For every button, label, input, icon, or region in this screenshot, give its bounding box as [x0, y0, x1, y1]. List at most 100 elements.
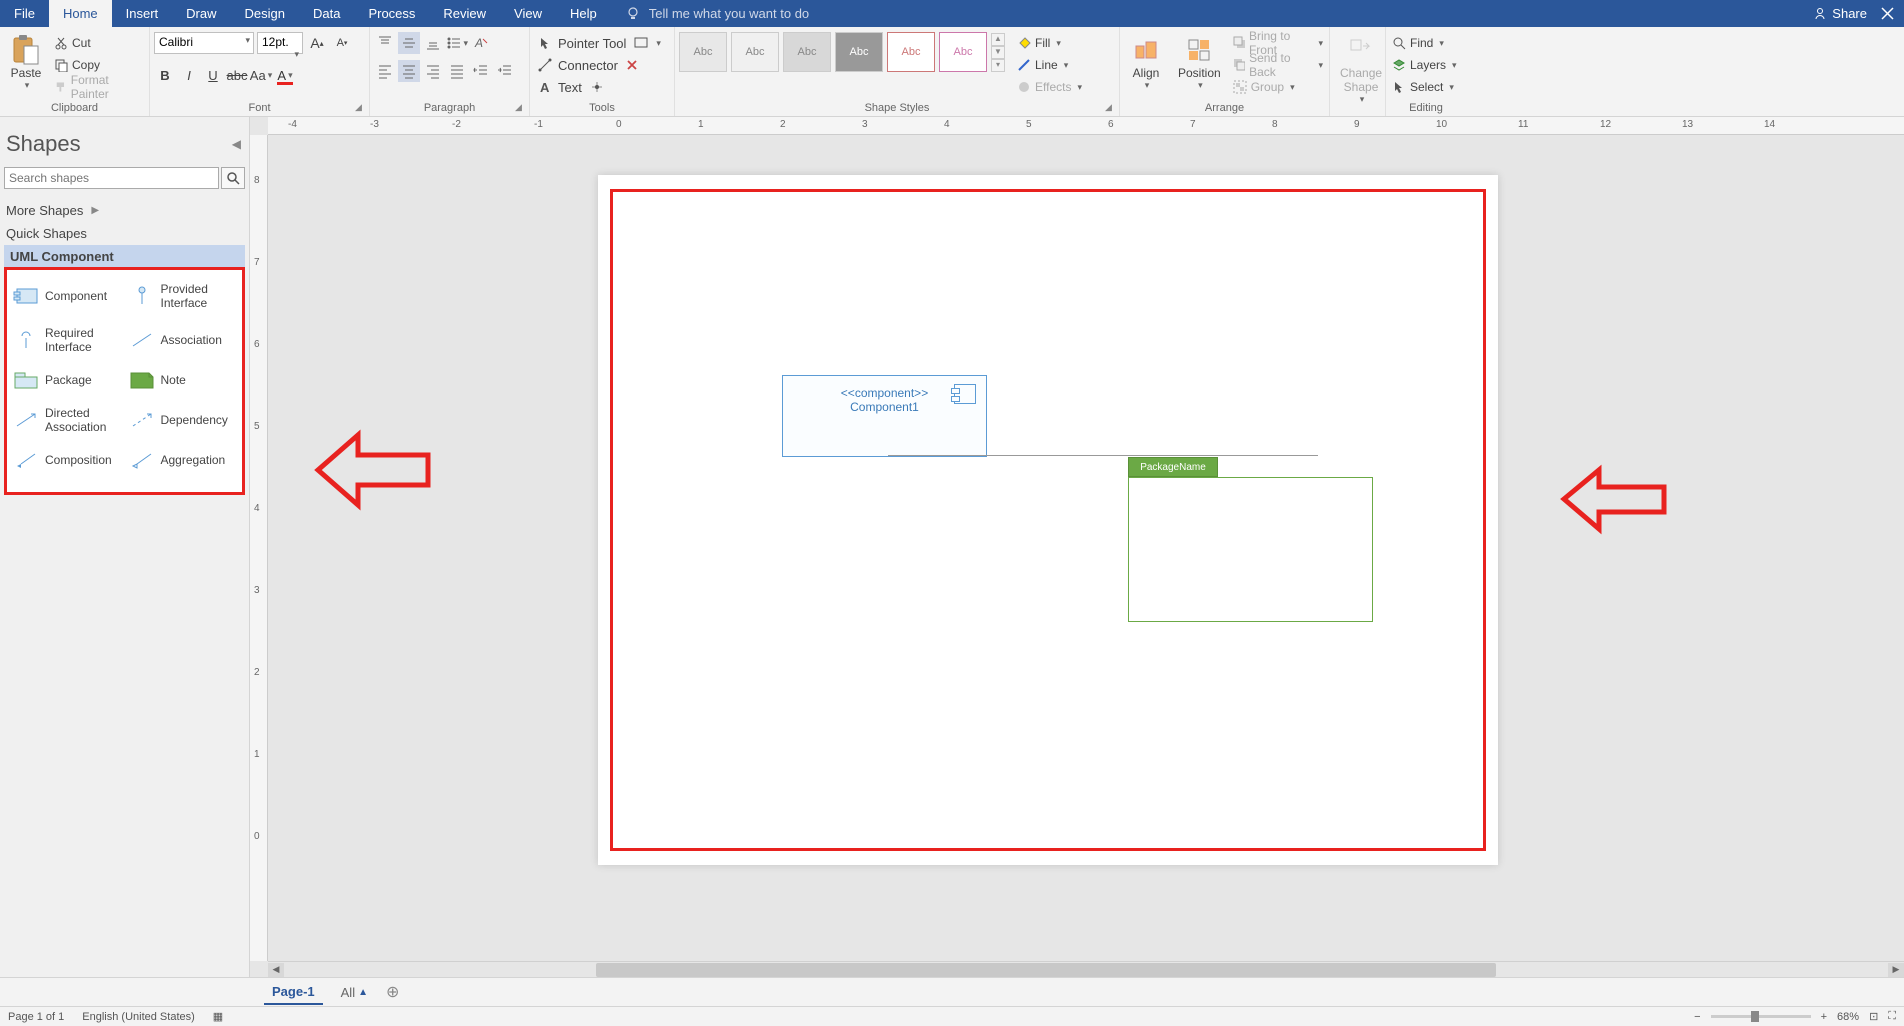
delete-tool-button[interactable] [622, 54, 642, 76]
font-size-select[interactable]: 12pt. [257, 32, 303, 54]
font-name-select[interactable]: Calibri [154, 32, 254, 54]
shape-association[interactable]: Association [127, 324, 239, 356]
bullets-button[interactable]: ▾ [446, 32, 468, 54]
decrease-indent-button[interactable] [470, 60, 492, 82]
shape-package[interactable]: Package [11, 368, 123, 392]
page[interactable]: <<component>> Component1 PackageName [598, 175, 1498, 865]
style-gallery[interactable]: Abc Abc Abc Abc Abc Abc ▲ ▼ ▾ [679, 32, 1005, 72]
close-icon[interactable] [1881, 7, 1894, 20]
gallery-down-button[interactable]: ▼ [991, 46, 1005, 59]
format-painter-button[interactable]: Format Painter [52, 76, 145, 98]
shape-styles-launcher-icon[interactable]: ◢ [1105, 102, 1117, 114]
shape-composition[interactable]: Composition [11, 448, 123, 472]
clear-format-button[interactable]: A [470, 32, 492, 54]
paragraph-launcher-icon[interactable]: ◢ [515, 102, 527, 114]
stencil-header[interactable]: UML Component [4, 245, 245, 268]
align-top-button[interactable] [374, 32, 396, 54]
shape-required-interface[interactable]: Required Interface [11, 324, 123, 356]
text-tool-button[interactable]: AText [534, 76, 586, 98]
search-button[interactable] [221, 167, 245, 189]
shape-aggregation[interactable]: Aggregation [127, 448, 239, 472]
shape-component[interactable]: Component [11, 280, 123, 312]
tab-insert[interactable]: Insert [112, 0, 173, 27]
layers-button[interactable]: Layers▾ [1390, 54, 1459, 76]
gallery-up-button[interactable]: ▲ [991, 33, 1005, 46]
tab-data[interactable]: Data [299, 0, 354, 27]
change-shape-button[interactable]: Change Shape▾ [1334, 32, 1388, 107]
align-center-button[interactable] [398, 60, 420, 82]
style-item[interactable]: Abc [939, 32, 987, 72]
font-color-button[interactable]: A▾ [274, 64, 296, 86]
tab-file[interactable]: File [0, 0, 49, 27]
increase-font-button[interactable]: A▴ [306, 32, 328, 54]
select-button[interactable]: Select▾ [1390, 76, 1459, 98]
tab-view[interactable]: View [500, 0, 556, 27]
position-button[interactable]: Position▾ [1172, 32, 1227, 93]
shape-directed-association[interactable]: Directed Association [11, 404, 123, 436]
language-indicator[interactable]: English (United States) [82, 1011, 195, 1023]
align-middle-button[interactable] [398, 32, 420, 54]
scroll-right-button[interactable]: ▶ [1888, 963, 1904, 977]
tab-review[interactable]: Review [429, 0, 500, 27]
underline-button[interactable]: U [202, 64, 224, 86]
align-left-button[interactable] [374, 60, 396, 82]
macro-icon[interactable]: ▦ [213, 1010, 223, 1023]
fit-page-button[interactable]: ⊡ [1869, 1010, 1878, 1023]
connect-point-button[interactable] [586, 76, 608, 98]
package-shape[interactable]: PackageName [1128, 457, 1373, 622]
all-pages-button[interactable]: All▲ [341, 985, 368, 1000]
font-launcher-icon[interactable]: ◢ [355, 102, 367, 114]
component-shape[interactable]: <<component>> Component1 [782, 375, 987, 457]
gallery-more-button[interactable]: ▾ [991, 59, 1005, 72]
quick-shapes-button[interactable]: Quick Shapes [4, 222, 245, 245]
style-item[interactable]: Abc [835, 32, 883, 72]
search-shapes-input[interactable] [4, 167, 219, 189]
change-case-button[interactable]: Aa▾ [250, 64, 272, 86]
italic-button[interactable]: I [178, 64, 200, 86]
share-button[interactable]: Share [1813, 6, 1867, 21]
connector-tool-button[interactable]: Connector [534, 54, 622, 76]
tab-draw[interactable]: Draw [172, 0, 230, 27]
scroll-left-button[interactable]: ◀ [268, 963, 284, 977]
align-right-button[interactable] [422, 60, 444, 82]
style-item[interactable]: Abc [887, 32, 935, 72]
shape-dependency[interactable]: Dependency [127, 404, 239, 436]
canvas-viewport[interactable]: <<component>> Component1 PackageName [268, 135, 1904, 961]
tab-design[interactable]: Design [231, 0, 299, 27]
scroll-thumb[interactable] [596, 963, 1496, 977]
align-bottom-button[interactable] [422, 32, 444, 54]
shape-note[interactable]: Note [127, 368, 239, 392]
fill-button[interactable]: Fill▾ [1015, 32, 1084, 54]
paste-button[interactable]: Paste ▾ [4, 32, 48, 93]
line-button[interactable]: Line▾ [1015, 54, 1084, 76]
bold-button[interactable]: B [154, 64, 176, 86]
strikethrough-button[interactable]: abc [226, 64, 248, 86]
tab-home[interactable]: Home [49, 0, 112, 27]
increase-indent-button[interactable] [494, 60, 516, 82]
pointer-tool-button[interactable]: Pointer Tool [534, 32, 630, 54]
zoom-out-button[interactable]: − [1694, 1011, 1700, 1023]
cut-button[interactable]: Cut [52, 32, 145, 54]
tab-process[interactable]: Process [354, 0, 429, 27]
justify-button[interactable] [446, 60, 468, 82]
zoom-level[interactable]: 68% [1837, 1011, 1859, 1023]
horizontal-scrollbar[interactable]: ◀ ▶ [268, 961, 1904, 977]
add-page-button[interactable]: ⊕ [386, 982, 399, 1002]
align-button[interactable]: Align▾ [1124, 32, 1168, 93]
zoom-slider[interactable] [1711, 1015, 1811, 1018]
more-shapes-button[interactable]: More Shapes▶ [4, 199, 245, 222]
page-tab-1[interactable]: Page-1 [264, 980, 323, 1005]
style-item[interactable]: Abc [783, 32, 831, 72]
fullscreen-button[interactable]: ⛶ [1888, 1010, 1896, 1023]
shape-provided-interface[interactable]: Provided Interface [127, 280, 239, 312]
zoom-in-button[interactable]: + [1821, 1011, 1827, 1023]
find-button[interactable]: Find▾ [1390, 32, 1459, 54]
effects-button[interactable]: Effects▾ [1015, 76, 1084, 98]
rectangle-tool-button[interactable]: ▾ [630, 32, 665, 54]
tell-me-search[interactable]: Tell me what you want to do [625, 6, 809, 22]
style-item[interactable]: Abc [731, 32, 779, 72]
send-back-button[interactable]: Send to Back▾ [1231, 54, 1325, 76]
decrease-font-button[interactable]: A▾ [331, 32, 353, 54]
collapse-panel-icon[interactable]: ◀ [232, 137, 241, 151]
connector-line[interactable] [888, 455, 1318, 456]
